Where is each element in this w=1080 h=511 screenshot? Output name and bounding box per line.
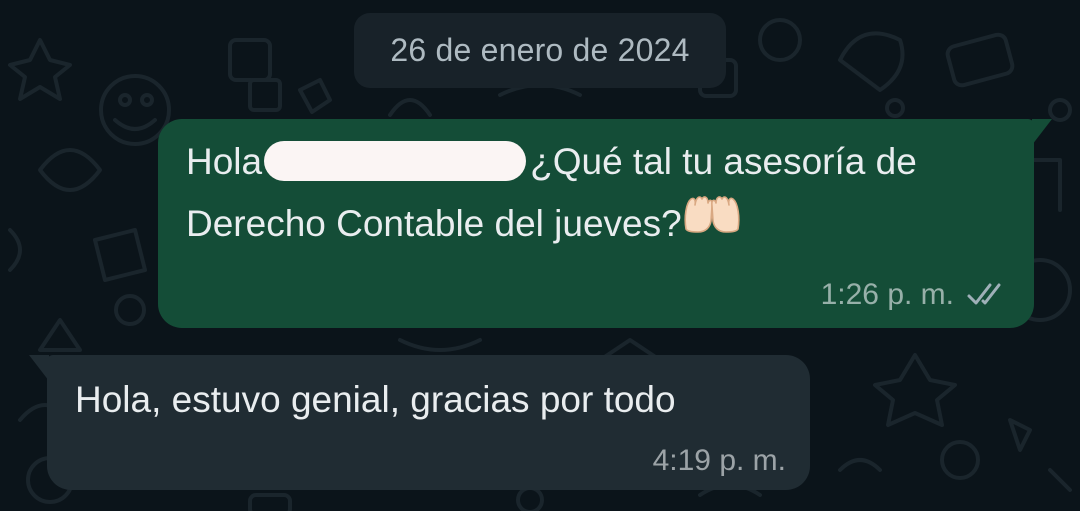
- message-line-2: Derecho Contable del jueves?: [186, 193, 917, 258]
- redacted-name-overlay: [264, 141, 527, 182]
- incoming-message-bubble[interactable]: Hola, estuvo genial, gracias por todo 4:…: [29, 355, 810, 490]
- message-text-before-redaction: Hola: [186, 141, 263, 182]
- date-separator: 26 de enero de 2024: [354, 13, 726, 88]
- message-timestamp: 4:19 p. m.: [652, 444, 786, 477]
- bubble-tail: [1032, 119, 1052, 145]
- date-separator-label: 26 de enero de 2024: [390, 32, 690, 68]
- message-text-line-2: Derecho Contable del jueves?: [186, 203, 682, 244]
- double-check-icon: [966, 281, 1010, 309]
- outgoing-message-bubble[interactable]: Hola ¿Qué tal tu asesoría de Derecho Cont…: [158, 119, 1052, 328]
- message-timestamp: 1:26 p. m.: [820, 278, 954, 311]
- message-meta: 1:26 p. m.: [821, 278, 1010, 312]
- message-text: Hola, estuvo genial, gracias por todo: [75, 379, 676, 420]
- message-text-after-redaction: ¿Qué tal tu asesoría de: [530, 141, 917, 182]
- bubble-tail: [29, 355, 49, 381]
- message-text: Hola ¿Qué tal tu asesoría de Derecho Cont…: [186, 131, 917, 258]
- message-meta: 4:19 p. m.: [653, 444, 786, 478]
- message-line-1: Hola ¿Qué tal tu asesoría de: [186, 131, 917, 193]
- palms-up-together-icon: [682, 191, 742, 254]
